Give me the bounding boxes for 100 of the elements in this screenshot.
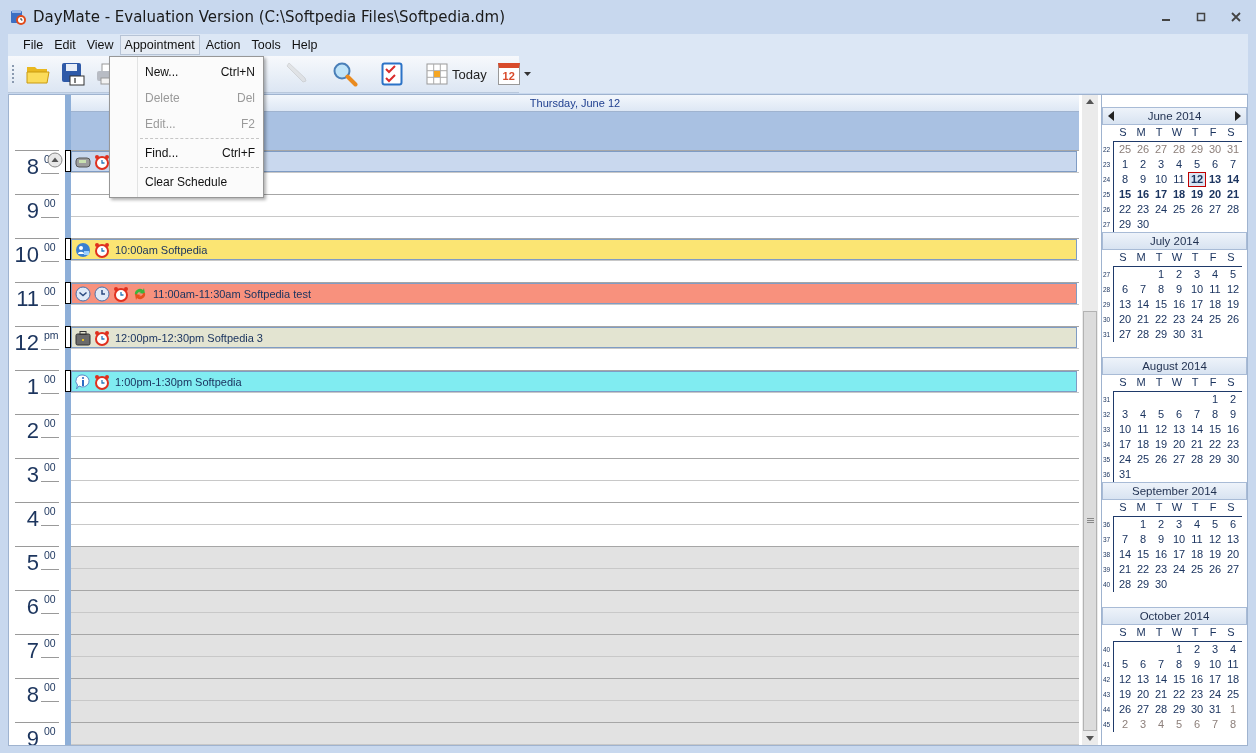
calendar-day[interactable]: 26 [1206, 562, 1224, 577]
calendar-day[interactable]: 5 [1224, 267, 1242, 282]
calendar-day[interactable]: 1 [1116, 157, 1134, 172]
calendar-day[interactable]: 26 [1116, 702, 1134, 717]
calendar-day[interactable]: 28 [1188, 452, 1206, 467]
calendar-day[interactable]: 23 [1170, 312, 1188, 327]
menu-item[interactable]: View [81, 35, 119, 55]
calendar-day[interactable]: 16 [1170, 297, 1188, 312]
calendar-day[interactable]: 3 [1170, 517, 1188, 532]
calendar-day[interactable]: 20 [1206, 187, 1224, 202]
calendar-day[interactable]: 11 [1170, 172, 1188, 187]
calendar-day[interactable]: 9 [1170, 282, 1188, 297]
maximize-icon[interactable] [1195, 11, 1207, 23]
calendar-day[interactable]: 14 [1116, 547, 1134, 562]
calendar-day[interactable]: 20 [1134, 687, 1152, 702]
time-slot[interactable] [71, 590, 1079, 634]
today-button[interactable]: Today [422, 61, 491, 87]
calendar-day[interactable]: 28 [1152, 702, 1170, 717]
calendar-day[interactable]: 29 [1206, 452, 1224, 467]
calendar-day[interactable]: 7 [1224, 157, 1242, 172]
calendar-day[interactable]: 11 [1188, 532, 1206, 547]
calendar-day[interactable]: 21 [1116, 562, 1134, 577]
calendar-day[interactable]: 30 [1206, 142, 1224, 157]
calendar-day[interactable]: 20 [1116, 312, 1134, 327]
calendar-day[interactable]: 1 [1224, 702, 1242, 717]
calendar-day[interactable]: 20 [1170, 437, 1188, 452]
calendar-day[interactable]: 22 [1206, 437, 1224, 452]
menu-item[interactable]: Help [286, 35, 323, 55]
calendar-day[interactable]: 18 [1206, 297, 1224, 312]
calendar-day[interactable]: 2 [1188, 642, 1206, 657]
calendar-day[interactable]: 6 [1188, 717, 1206, 732]
calendar-day[interactable]: 7 [1116, 532, 1134, 547]
calendar-day[interactable]: 4 [1188, 517, 1206, 532]
scrollbar[interactable] [1082, 95, 1098, 745]
calendar-day[interactable]: 9 [1188, 657, 1206, 672]
calendar-day[interactable]: 30 [1134, 217, 1152, 232]
calendar-day[interactable]: 24 [1170, 562, 1188, 577]
calendar-day[interactable]: 18 [1134, 437, 1152, 452]
calendar-day[interactable]: 1 [1134, 517, 1152, 532]
menu-item[interactable]: File [18, 35, 49, 55]
menu-item[interactable]: Appointment [119, 35, 200, 55]
calendar-day[interactable]: 4 [1152, 717, 1170, 732]
calendar-day[interactable]: 30 [1170, 327, 1188, 342]
menu-item[interactable]: Edit [49, 35, 81, 55]
calendar-day[interactable]: 11 [1134, 422, 1152, 437]
calendar-day[interactable]: 19 [1116, 687, 1134, 702]
calendar-day[interactable]: 1 [1152, 267, 1170, 282]
calendar-day[interactable]: 6 [1134, 657, 1152, 672]
calendar-day[interactable]: 25 [1134, 452, 1152, 467]
calendar-day[interactable]: 22 [1116, 202, 1134, 217]
calendar-day[interactable]: 5 [1170, 717, 1188, 732]
menu-item[interactable]: Find... Ctrl+F [110, 140, 263, 166]
calendar-day[interactable]: 23 [1188, 687, 1206, 702]
calendar-day[interactable]: 17 [1188, 297, 1206, 312]
calendar-day[interactable]: 12 [1224, 282, 1242, 297]
calendar-day[interactable]: 14 [1152, 672, 1170, 687]
calendar-day[interactable]: 14 [1188, 422, 1206, 437]
calendar-day[interactable]: 10 [1152, 172, 1170, 187]
calendar-day[interactable]: 24 [1152, 202, 1170, 217]
calendar-day[interactable]: 13 [1170, 422, 1188, 437]
calendar-day[interactable]: 7 [1206, 717, 1224, 732]
calendar-day[interactable]: 11 [1224, 657, 1242, 672]
calendar-day[interactable]: 6 [1224, 517, 1242, 532]
calendar-day[interactable]: 15 [1134, 547, 1152, 562]
calendar-day[interactable]: 10 [1116, 422, 1134, 437]
calendar-day[interactable]: 6 [1170, 407, 1188, 422]
calendar-day[interactable]: 3 [1188, 267, 1206, 282]
calendar-day[interactable]: 7 [1188, 407, 1206, 422]
calendar-day[interactable]: 17 [1152, 187, 1170, 202]
calendar-day[interactable]: 15 [1170, 672, 1188, 687]
time-slot[interactable] [71, 678, 1079, 722]
calendar-day[interactable]: 5 [1116, 657, 1134, 672]
calendar-day[interactable]: 29 [1116, 217, 1134, 232]
calendar-day[interactable]: 5 [1188, 157, 1206, 172]
calendar-day[interactable]: 16 [1134, 187, 1152, 202]
calendar-day[interactable]: 29 [1188, 142, 1206, 157]
calendar-day[interactable]: 23 [1224, 437, 1242, 452]
calendar-day[interactable]: 2 [1116, 717, 1134, 732]
calendar-day[interactable]: 22 [1152, 312, 1170, 327]
calendar-day[interactable]: 17 [1170, 547, 1188, 562]
calendar-day[interactable]: 10 [1170, 532, 1188, 547]
calendar-day[interactable]: 27 [1206, 202, 1224, 217]
calendar-day[interactable]: 4 [1206, 267, 1224, 282]
calendar-day[interactable]: 31 [1224, 142, 1242, 157]
calendar-day[interactable]: 18 [1224, 672, 1242, 687]
calendar-day[interactable]: 23 [1134, 202, 1152, 217]
calendar-day[interactable]: 13 [1134, 672, 1152, 687]
calendar-day[interactable]: 19 [1224, 297, 1242, 312]
calendar-day[interactable]: 4 [1224, 642, 1242, 657]
calendar-day[interactable]: 5 [1152, 407, 1170, 422]
calendar-day[interactable]: 1 [1170, 642, 1188, 657]
calendar-day[interactable]: 30 [1152, 577, 1170, 592]
calendar-day[interactable]: 21 [1134, 312, 1152, 327]
scroll-thumb[interactable] [1083, 311, 1097, 731]
calendar-day[interactable]: 19 [1188, 187, 1206, 202]
calendar-day[interactable]: 10 [1206, 657, 1224, 672]
calendar-day[interactable]: 21 [1188, 437, 1206, 452]
calendar-day[interactable]: 26 [1134, 142, 1152, 157]
calendar-day[interactable]: 8 [1152, 282, 1170, 297]
calendar-day[interactable]: 18 [1188, 547, 1206, 562]
